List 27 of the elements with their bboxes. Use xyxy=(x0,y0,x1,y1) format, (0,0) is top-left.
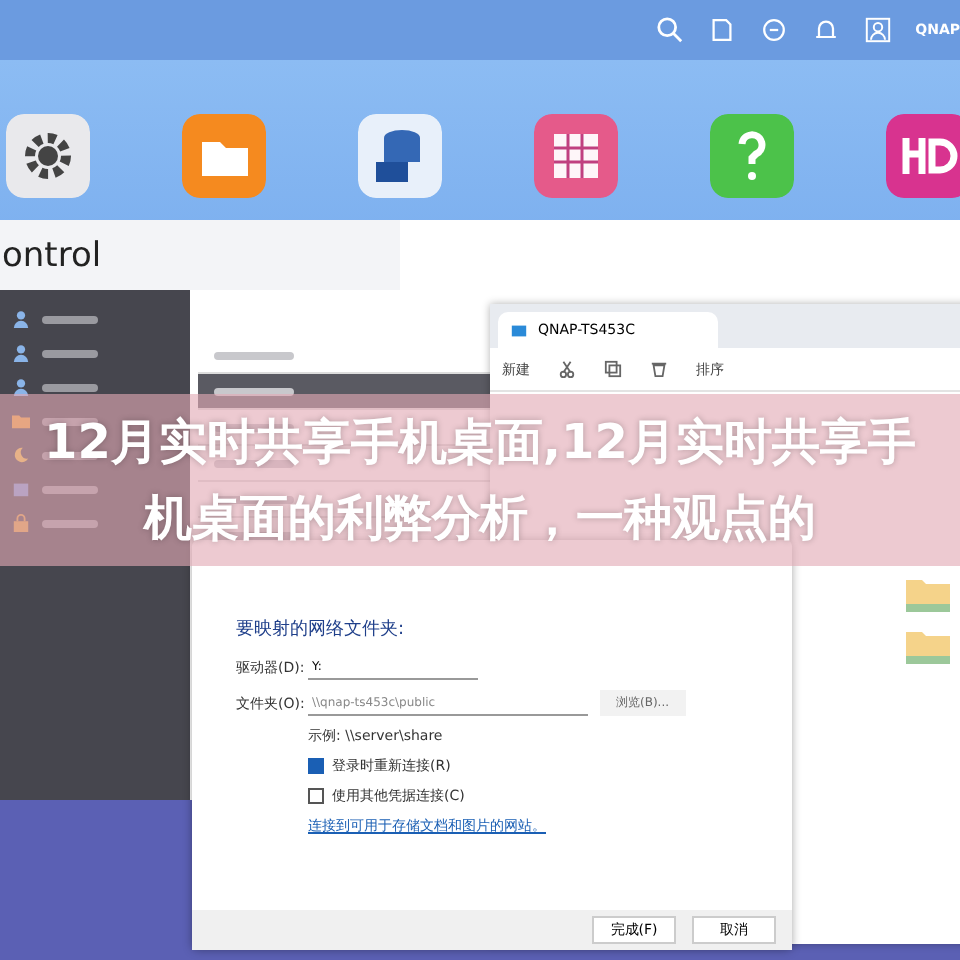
search-icon[interactable] xyxy=(655,16,684,44)
user-icon[interactable] xyxy=(863,16,892,44)
moon-icon xyxy=(12,446,30,464)
document-icon[interactable] xyxy=(707,16,736,44)
checkbox[interactable] xyxy=(308,758,324,774)
hd-icon[interactable] xyxy=(886,114,960,198)
checkbox[interactable] xyxy=(308,788,324,804)
monitor-icon xyxy=(510,321,528,339)
folder-icon xyxy=(906,576,950,612)
grid-icon[interactable] xyxy=(534,114,618,198)
dialog-heading: 要映射的网络文件夹: xyxy=(236,617,405,642)
trash-icon[interactable] xyxy=(650,360,668,378)
copy-icon[interactable] xyxy=(604,360,622,378)
lock-icon xyxy=(12,514,30,532)
box-icon xyxy=(12,480,30,498)
window-title: ontrol xyxy=(0,220,400,290)
gear-icon[interactable] xyxy=(6,114,90,198)
user-icon xyxy=(12,378,30,396)
folder-icon[interactable] xyxy=(182,114,266,198)
user-icon xyxy=(12,310,30,328)
database-icon[interactable] xyxy=(358,114,442,198)
question-mark-icon[interactable] xyxy=(710,114,794,198)
cut-icon[interactable] xyxy=(558,360,576,378)
folder-icon xyxy=(12,412,30,430)
user-icon xyxy=(12,344,30,362)
folder-icon xyxy=(906,628,950,664)
bell-icon[interactable] xyxy=(811,16,840,44)
